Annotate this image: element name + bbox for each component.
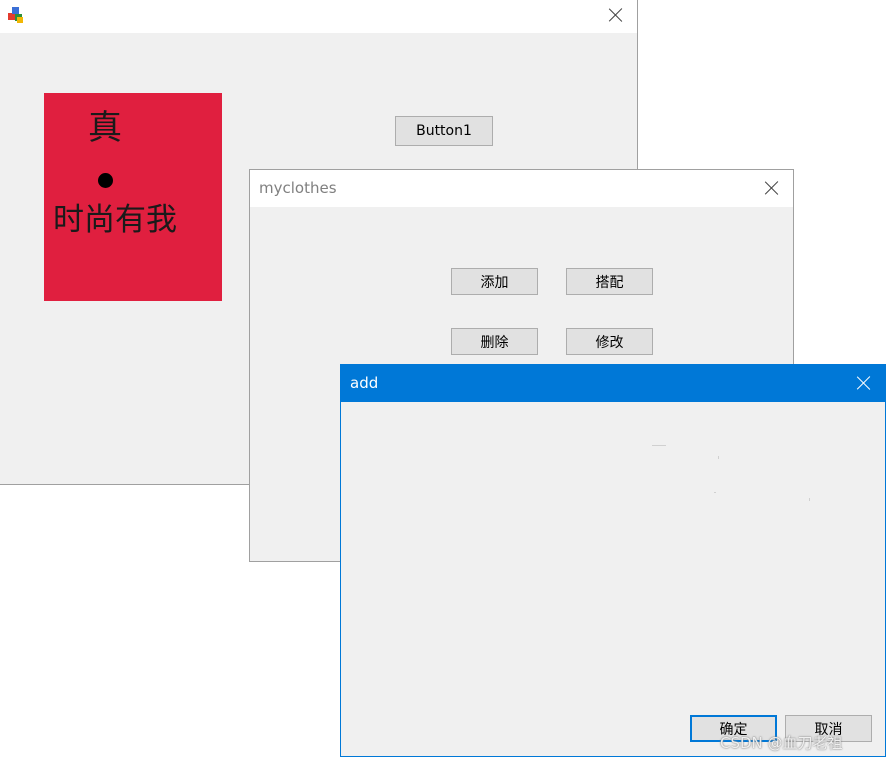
- add-button[interactable]: 添加: [451, 268, 538, 295]
- app-blocks-icon: [8, 7, 23, 23]
- main-window-close-icon[interactable]: [609, 8, 623, 22]
- modify-button[interactable]: 修改: [566, 328, 653, 355]
- speck: [718, 456, 719, 459]
- add-dialog-titlebar[interactable]: add: [341, 365, 885, 402]
- add-dialog-close-icon[interactable]: [857, 376, 871, 390]
- slogan-panel: 真 时尚有我: [44, 93, 222, 301]
- watermark: CSDN @血刀老祖: [720, 734, 843, 752]
- delete-button[interactable]: 删除: [451, 328, 538, 355]
- button1[interactable]: Button1: [395, 116, 493, 146]
- myclothes-titlebar[interactable]: myclothes: [250, 170, 793, 207]
- speck: [652, 445, 666, 446]
- myclothes-close-icon[interactable]: [765, 181, 779, 195]
- add-dialog-title: add: [350, 374, 379, 392]
- slogan-line2: 时尚有我: [53, 202, 177, 238]
- match-button[interactable]: 搭配: [566, 268, 653, 295]
- add-dialog: add 确定 取消: [340, 364, 886, 757]
- speck: [714, 492, 716, 493]
- slogan-bullet: [98, 173, 113, 188]
- main-window-titlebar[interactable]: [0, 0, 637, 33]
- speck: [809, 498, 810, 501]
- myclothes-title: myclothes: [259, 179, 337, 197]
- slogan-line1: 真: [88, 108, 122, 148]
